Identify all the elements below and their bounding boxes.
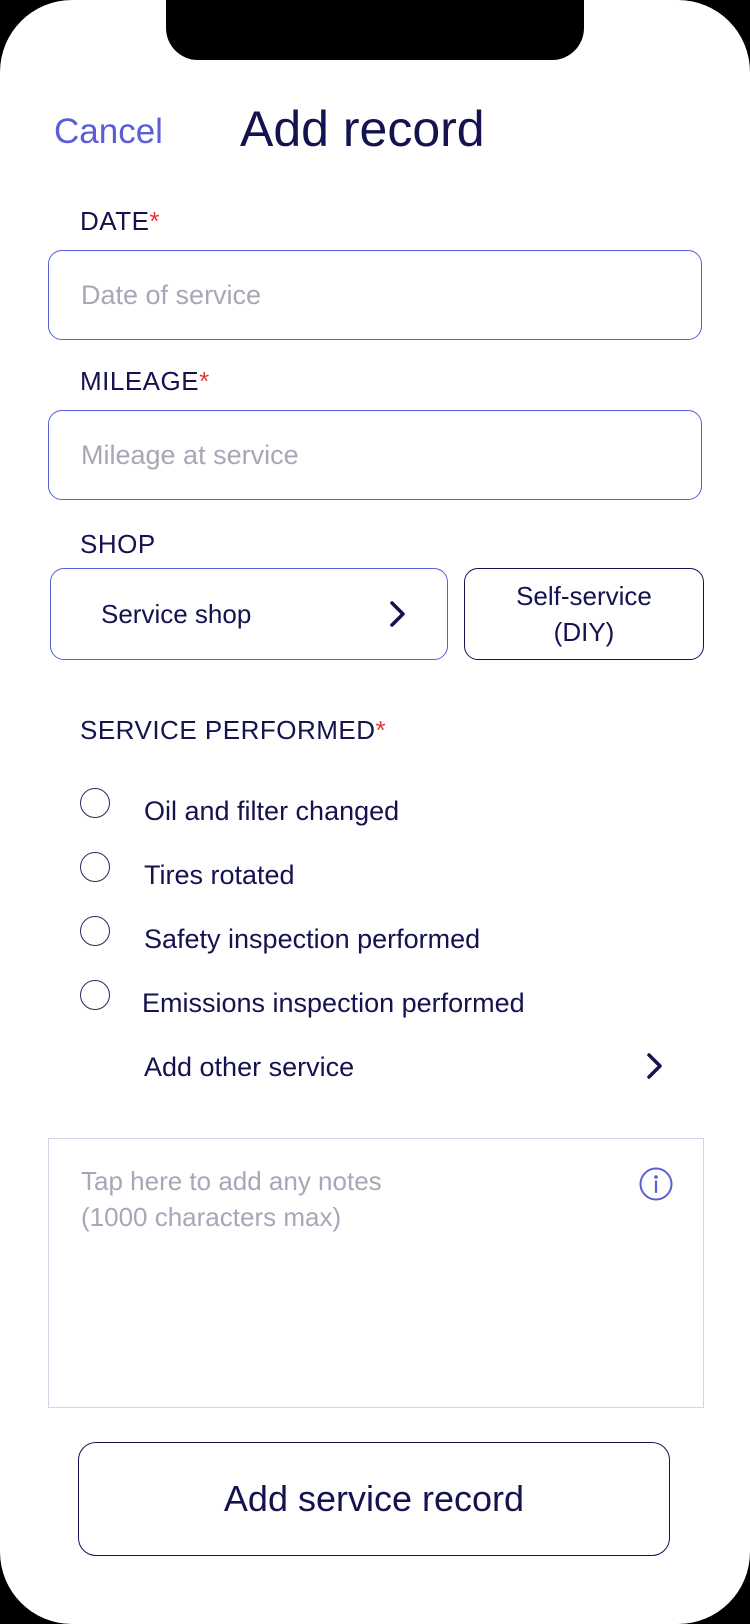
chevron-right-icon [646,1052,664,1080]
mileage-field[interactable]: Mileage at service [48,410,702,500]
chevron-right-icon [389,600,407,628]
service-option-safety[interactable]: Safety inspection performed [80,916,680,958]
service-option-emissions[interactable]: Emissions inspection performed [80,980,680,1022]
radio-button[interactable] [80,788,110,818]
shop-label: SHOP [80,529,156,559]
mileage-label: MILEAGE* [80,366,210,397]
service-option-oil[interactable]: Oil and filter changed [80,788,680,830]
date-label: DATE* [80,206,160,237]
service-performed-label-text: SERVICE PERFORMED [80,715,376,745]
page-title: Add record [240,101,485,157]
service-performed-label: SERVICE PERFORMED* [80,715,386,746]
service-option-label: Tires rotated [144,860,295,890]
info-icon[interactable] [639,1167,673,1201]
radio-button[interactable] [80,916,110,946]
device-notch [166,0,584,60]
add-service-record-button[interactable]: Add service record [78,1442,670,1556]
add-other-service-label: Add other service [144,1052,355,1082]
date-field-placeholder: Date of service [81,279,262,310]
mileage-field-placeholder: Mileage at service [81,439,299,470]
add-other-service-button[interactable]: Add other service [144,1048,664,1092]
notes-placeholder-line: (1000 characters max) [81,1202,342,1232]
required-marker: * [149,206,161,236]
notes-placeholder: Tap here to add any notes (1000 characte… [81,1163,382,1235]
date-field[interactable]: Date of service [48,250,702,340]
self-service-label: Self-service (DIY) [516,581,652,647]
notes-textarea[interactable]: Tap here to add any notes (1000 characte… [48,1138,704,1408]
service-option-label: Oil and filter changed [144,796,400,826]
service-option-label: Safety inspection performed [144,924,481,954]
cancel-button[interactable]: Cancel [54,112,163,152]
self-service-button[interactable]: Self-service (DIY) [464,568,704,660]
notes-placeholder-line: Tap here to add any notes [81,1166,382,1196]
screen: Cancel Add record DATE* Date of service … [0,0,750,1624]
mileage-label-text: MILEAGE [80,366,200,396]
service-shop-label: Service shop [101,598,252,629]
radio-button[interactable] [80,980,110,1010]
required-marker: * [375,715,387,745]
service-option-tires[interactable]: Tires rotated [80,852,680,894]
date-label-text: DATE [80,206,150,236]
service-option-label: Emissions inspection performed [142,988,525,1018]
service-shop-button[interactable]: Service shop [50,568,448,660]
required-marker: * [199,366,210,396]
radio-button[interactable] [80,852,110,882]
